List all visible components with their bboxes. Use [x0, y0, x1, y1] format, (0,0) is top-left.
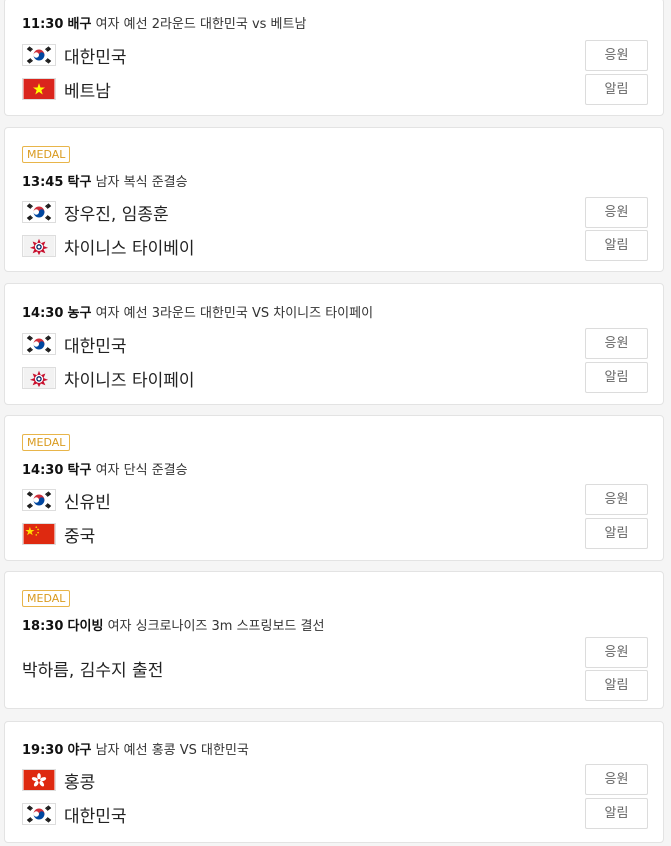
team-name: 중국 — [64, 526, 96, 547]
team-name: 대한민국 — [64, 47, 127, 68]
team-row: 차이니스 타이베이 — [22, 233, 195, 259]
alarm-button[interactable]: 알림 — [585, 230, 648, 261]
team-name: 신유빈 — [64, 492, 111, 513]
event-card: 19:30 야구 남자 예선 홍콩 VS 대한민국 홍콩 대한민국 응원 알림 — [4, 721, 664, 843]
event-header: 18:30 다이빙 여자 싱크로나이즈 3m 스프링보드 결선 — [22, 615, 324, 634]
event-sport: 탁구 — [67, 463, 92, 478]
team-name: 장우진, 임종훈 — [64, 204, 169, 225]
event-header: 14:30 탁구 여자 단식 준결승 — [22, 459, 188, 478]
team-row: 대한민국 — [22, 801, 127, 827]
event-card: MEDAL 18:30 다이빙 여자 싱크로나이즈 3m 스프링보드 결선 박하… — [4, 571, 664, 709]
team-name: 대한민국 — [64, 336, 127, 357]
team-row: 신유빈 — [22, 487, 111, 513]
event-sport: 농구 — [67, 306, 92, 321]
team-row: 장우진, 임종훈 — [22, 199, 169, 225]
event-header: 11:30 배구 여자 예선 2라운드 대한민국 vs 베트남 — [22, 13, 306, 32]
athletes-label: 박하름, 김수지 출전 — [22, 660, 164, 681]
vietnam-flag-icon — [22, 78, 56, 100]
team-row: 베트남 — [22, 76, 111, 102]
team-row: 대한민국 — [22, 42, 127, 68]
medal-badge: MEDAL — [22, 146, 71, 163]
event-title: 남자 복식 준결승 — [95, 175, 188, 190]
team-name: 홍콩 — [64, 772, 96, 793]
team-row: 대한민국 — [22, 331, 127, 357]
cheer-button[interactable]: 응원 — [585, 197, 648, 228]
event-title: 남자 예선 홍콩 VS 대한민국 — [95, 743, 249, 758]
event-header: 13:45 탁구 남자 복식 준결승 — [22, 171, 188, 190]
alarm-button[interactable]: 알림 — [585, 798, 648, 829]
event-sport: 다이빙 — [67, 619, 104, 634]
event-title: 여자 단식 준결승 — [95, 463, 188, 478]
schedule-list: 11:30 배구 여자 예선 2라운드 대한민국 vs 베트남 대한민국 베트남… — [0, 0, 671, 846]
event-header: 14:30 농구 여자 예선 3라운드 대한민국 VS 차이니즈 타이페이 — [22, 302, 373, 321]
event-title: 여자 예선 3라운드 대한민국 VS 차이니즈 타이페이 — [95, 306, 374, 321]
chinese-taipei-flag-icon — [22, 235, 56, 257]
alarm-button[interactable]: 알림 — [585, 518, 648, 549]
korea-flag-icon — [22, 201, 56, 223]
team-name: 대한민국 — [64, 806, 127, 827]
medal-badge: MEDAL — [22, 434, 71, 451]
event-time: 11:30 — [22, 17, 64, 32]
team-name: 차이니스 타이베이 — [64, 238, 195, 259]
event-time: 18:30 — [22, 619, 64, 634]
korea-flag-icon — [22, 333, 56, 355]
athletes-row: 박하름, 김수지 출전 — [22, 655, 163, 681]
event-sport: 탁구 — [67, 175, 92, 190]
korea-flag-icon — [22, 489, 56, 511]
team-name: 베트남 — [64, 81, 111, 102]
alarm-button[interactable]: 알림 — [585, 74, 648, 105]
event-card: MEDAL 13:45 탁구 남자 복식 준결승 장우진, 임종훈 차이니스 타… — [4, 127, 664, 272]
event-title: 여자 예선 2라운드 대한민국 vs 베트남 — [95, 17, 307, 32]
alarm-button[interactable]: 알림 — [585, 362, 648, 393]
team-row: 홍콩 — [22, 767, 95, 793]
chinese-taipei-flag-icon — [22, 367, 56, 389]
event-sport: 야구 — [67, 743, 92, 758]
cheer-button[interactable]: 응원 — [585, 637, 648, 668]
event-time: 14:30 — [22, 306, 64, 321]
event-time: 14:30 — [22, 463, 64, 478]
event-header: 19:30 야구 남자 예선 홍콩 VS 대한민국 — [22, 739, 249, 758]
event-card: 11:30 배구 여자 예선 2라운드 대한민국 vs 베트남 대한민국 베트남… — [4, 0, 664, 116]
medal-badge: MEDAL — [22, 590, 71, 607]
team-row: 중국 — [22, 521, 95, 547]
event-card: 14:30 농구 여자 예선 3라운드 대한민국 VS 차이니즈 타이페이 대한… — [4, 283, 664, 405]
team-row: 차이니즈 타이페이 — [22, 365, 195, 391]
korea-flag-icon — [22, 44, 56, 66]
alarm-button[interactable]: 알림 — [585, 670, 648, 701]
event-title: 여자 싱크로나이즈 3m 스프링보드 결선 — [107, 619, 325, 634]
team-name: 차이니즈 타이페이 — [64, 370, 195, 391]
korea-flag-icon — [22, 803, 56, 825]
event-time: 19:30 — [22, 743, 64, 758]
cheer-button[interactable]: 응원 — [585, 764, 648, 795]
hong-kong-flag-icon — [22, 769, 56, 791]
event-sport: 배구 — [67, 17, 92, 32]
event-card: MEDAL 14:30 탁구 여자 단식 준결승 신유빈 중국 응원 알림 — [4, 415, 664, 561]
cheer-button[interactable]: 응원 — [585, 328, 648, 359]
china-flag-icon — [22, 523, 56, 545]
cheer-button[interactable]: 응원 — [585, 484, 648, 515]
event-time: 13:45 — [22, 175, 64, 190]
cheer-button[interactable]: 응원 — [585, 40, 648, 71]
